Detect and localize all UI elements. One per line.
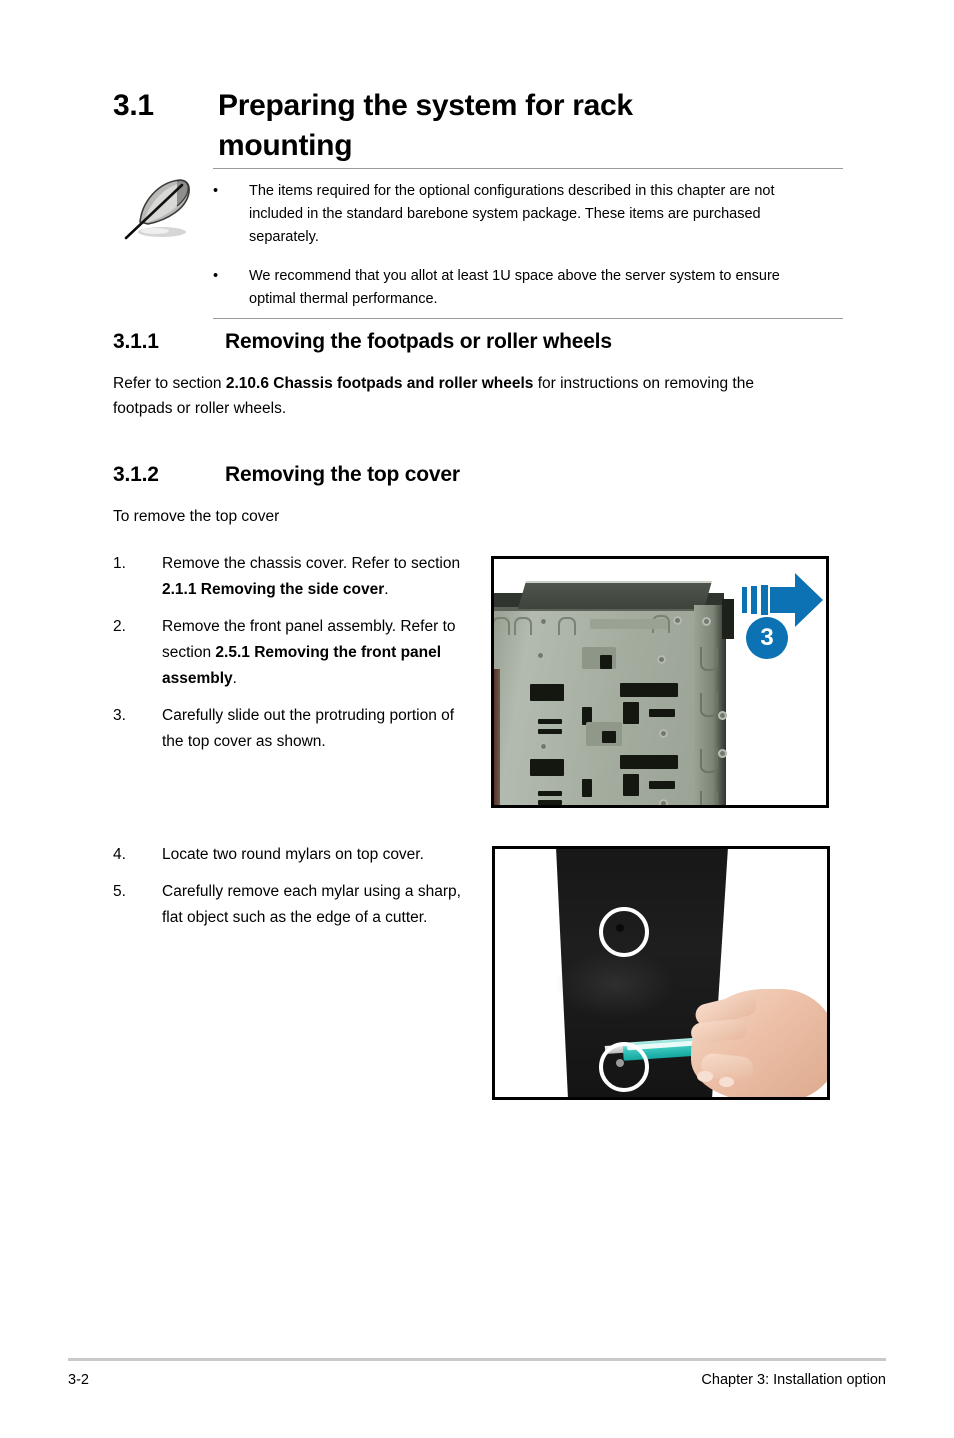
subsection-number: 3.1.2 (113, 463, 159, 486)
chassis-slot (620, 755, 678, 769)
callout-badge-3: 3 (746, 617, 788, 659)
chassis-rail-tab (700, 647, 718, 671)
chassis-rail-tab (700, 749, 718, 773)
list-item: 4. Locate two round mylars on top cover. (113, 842, 483, 868)
step-bold-reference: 2.1.1 Removing the side cover (162, 581, 385, 598)
chassis-slot (530, 759, 564, 776)
footer-chapter-label: Chapter 3: Installation option (701, 1372, 886, 1388)
chassis-slot (623, 702, 639, 724)
list-item: 1. Remove the chassis cover. Refer to se… (113, 551, 483, 603)
chassis-front-face (494, 605, 726, 805)
document-page: 3.1 Preparing the system for rack mounti… (0, 0, 954, 1438)
step-text: Carefully remove each mylar using a shar… (162, 879, 474, 931)
list-item: 5. Carefully remove each mylar using a s… (113, 879, 483, 931)
chassis-screw-hole (539, 742, 548, 751)
page-title: 3.1 Preparing the system for rack mounti… (113, 86, 843, 166)
chassis-rail-notch (590, 619, 668, 629)
chassis-photo: 3 (494, 559, 826, 805)
fingernail (719, 1077, 734, 1087)
chassis-rail-tab (700, 693, 718, 717)
chassis-right-shadow (722, 599, 734, 639)
step-prefix: Carefully slide out the protruding porti… (162, 707, 455, 750)
note-list: • The items required for the optional co… (213, 180, 843, 327)
step-suffix: . (232, 670, 237, 687)
mylar-hole-lower (616, 1059, 624, 1067)
step-number: 4. (113, 846, 126, 863)
chassis-screw-hole (536, 651, 545, 660)
chassis-slot (538, 719, 562, 724)
chassis-screw-hole (659, 799, 668, 805)
step-number: 1. (113, 555, 126, 572)
step-prefix: Locate two round mylars on top cover. (162, 846, 424, 863)
chassis-interior-shadow (494, 669, 500, 805)
note-item: • The items required for the optional co… (213, 180, 843, 249)
chassis-screw-hole (673, 616, 682, 625)
mylar-highlight-ring-lower (599, 1042, 649, 1092)
mylar-highlight-ring-upper (599, 907, 649, 957)
fingernail (697, 1071, 713, 1082)
chassis-slot (538, 729, 562, 734)
step-number: 2. (113, 618, 126, 635)
mylar-photo (495, 849, 827, 1097)
steps-list-a: 1. Remove the chassis cover. Refer to se… (113, 551, 483, 766)
mylar-hole-upper (616, 924, 624, 932)
chassis-tab (494, 617, 510, 635)
steps-list-b: 4. Locate two round mylars on top cover.… (113, 842, 483, 942)
step-prefix: Carefully remove each mylar using a shar… (162, 883, 461, 926)
figure-chassis-top-cover: 3 (491, 556, 829, 808)
step-number: 3. (113, 707, 126, 724)
chassis-sliding-top-cover (517, 581, 713, 609)
figure-mylar-removal (492, 846, 830, 1100)
chassis-slot (538, 791, 562, 796)
list-item: 2. Remove the front panel assembly. Refe… (113, 614, 483, 692)
chassis-rail-tab (700, 791, 718, 805)
chassis-screw-hole (718, 749, 727, 758)
section-title: Preparing the system for rack mounting (218, 89, 633, 162)
step-text: Locate two round mylars on top cover. (162, 842, 474, 868)
note-item-text: The items required for the optional conf… (249, 183, 775, 245)
note-top-rule (213, 168, 843, 169)
subsection-heading-311: 3.1.1 Removing the footpads or roller wh… (113, 330, 612, 354)
chassis-tab (558, 617, 576, 635)
paragraph-intro: To remove the top cover (113, 508, 280, 525)
paragraph-bold-reference: 2.10.6 Chassis footpads and roller wheel… (225, 375, 534, 392)
chassis-slot (649, 709, 675, 717)
note-item-text: We recommend that you allot at least 1U … (249, 268, 780, 307)
note-item: • We recommend that you allot at least 1… (213, 265, 843, 311)
section-number: 3.1 (113, 89, 154, 122)
chassis-slot (538, 800, 562, 805)
step-text: Carefully slide out the protruding porti… (162, 703, 474, 755)
chassis-screw-hole (657, 655, 666, 664)
step-text: Remove the front panel assembly. Refer t… (162, 614, 474, 692)
chassis-screw-hole (702, 617, 711, 626)
subsection-title: Removing the footpads or roller wheels (225, 330, 612, 353)
chassis-slot (620, 683, 678, 697)
step-text: Remove the chassis cover. Refer to secti… (162, 551, 474, 603)
chassis-screw-hole (539, 617, 548, 626)
footer-page-number: 3-2 (68, 1372, 89, 1388)
step-suffix: . (384, 581, 389, 598)
step-number: 5. (113, 883, 126, 900)
chassis-slot (530, 684, 564, 701)
chassis-tab (514, 617, 532, 635)
chassis-slot (600, 655, 612, 669)
subsection-title: Removing the top cover (225, 463, 460, 486)
note-bullet-icon: • (213, 268, 219, 284)
paragraph-311: Refer to section 2.10.6 Chassis footpads… (113, 372, 813, 421)
subsection-heading-312: 3.1.2 Removing the top cover (113, 463, 460, 487)
cover-highlight (555, 949, 675, 1019)
list-item: 3. Carefully slide out the protruding po… (113, 703, 483, 755)
chassis-slot (582, 779, 592, 797)
chassis-slot (623, 774, 639, 796)
chassis-screw-hole (718, 711, 727, 720)
chassis-slot (649, 781, 675, 789)
subsection-number: 3.1.1 (113, 330, 159, 353)
chassis-slot (602, 731, 616, 743)
paragraph-prefix: Refer to section (113, 375, 226, 392)
chassis-screw-hole (659, 729, 668, 738)
note-bullet-icon: • (213, 183, 219, 199)
footer-divider (68, 1358, 886, 1361)
step-prefix: Remove the chassis cover. Refer to secti… (162, 555, 461, 572)
quill-pen-icon (122, 174, 196, 244)
